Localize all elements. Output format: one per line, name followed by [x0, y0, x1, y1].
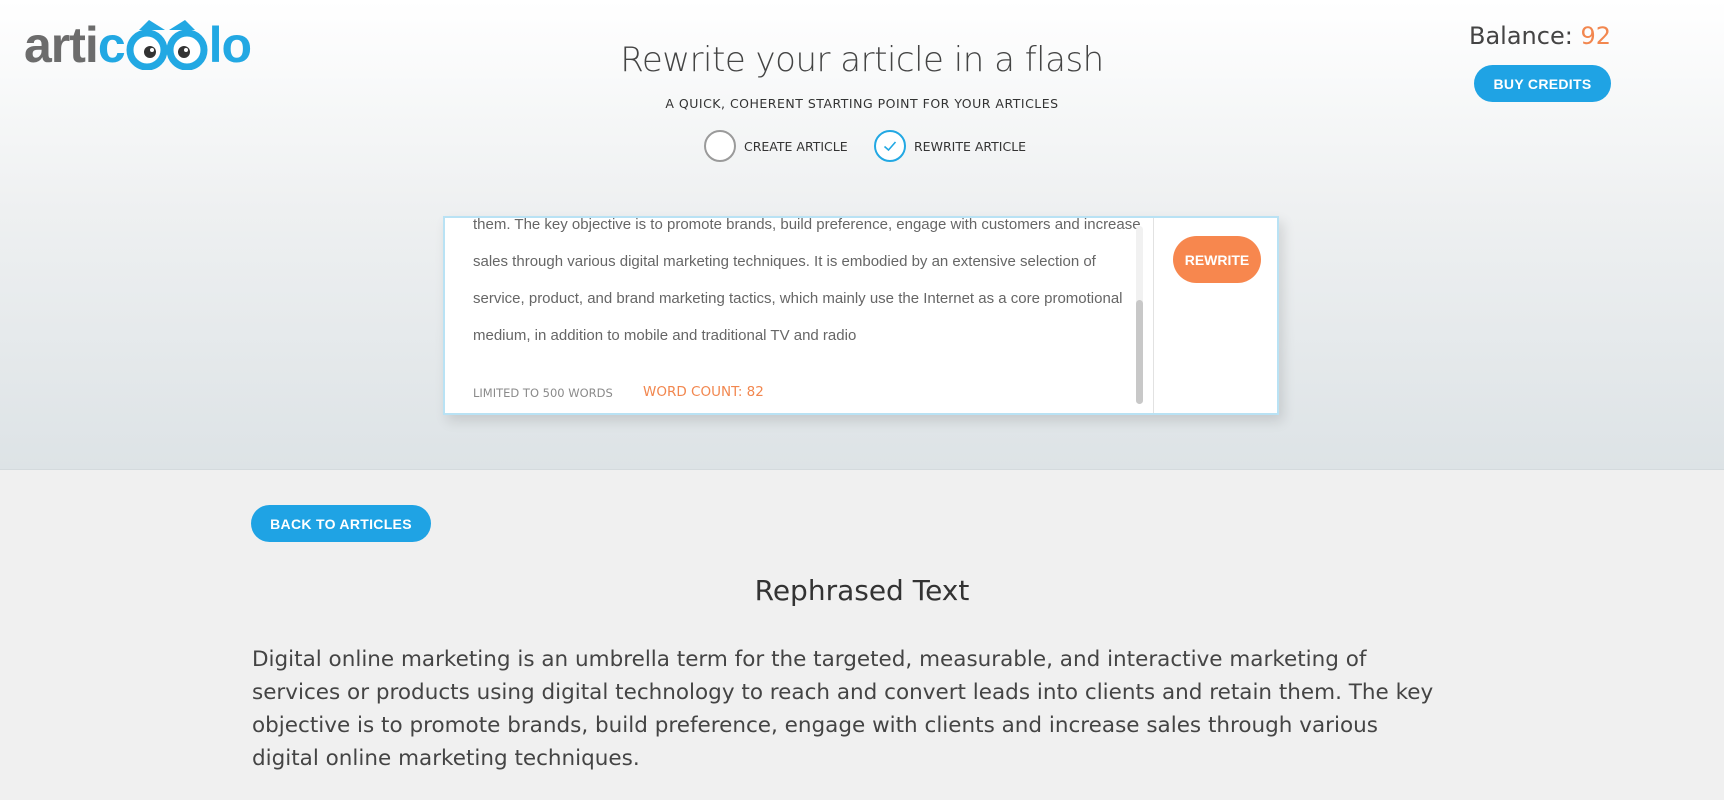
page-title: Rewrite your article in a flash [620, 40, 1104, 80]
word-limit-label: LIMITED TO 500 WORDS [473, 386, 613, 400]
article-editor: them. The key objective is to promote br… [443, 216, 1279, 415]
radio-unchecked-icon[interactable] [704, 130, 736, 162]
editor-scrollbar-thumb[interactable] [1136, 300, 1143, 404]
editor-scrollbar[interactable] [1136, 226, 1143, 404]
article-input[interactable]: them. The key objective is to promote br… [473, 218, 1145, 354]
check-icon[interactable] [874, 130, 906, 162]
mode-rewrite-label: REWRITE ARTICLE [914, 138, 1027, 154]
balance-display: Balance: 92 [1469, 22, 1611, 50]
page-subtitle: A QUICK, COHERENT STARTING POINT FOR YOU… [665, 96, 1059, 111]
rewrite-button[interactable]: REWRITE [1173, 236, 1261, 283]
back-to-articles-button[interactable]: BACK TO ARTICLES [251, 505, 431, 542]
word-count-label: WORD COUNT: 82 [643, 384, 764, 400]
rephrased-text: Digital online marketing is an umbrella … [252, 647, 1434, 771]
mode-create-label: CREATE ARTICLE [744, 138, 848, 154]
rephrased-title: Rephrased Text [754, 574, 970, 607]
mode-create-article[interactable]: CREATE ARTICLE [704, 130, 848, 162]
balance-value: 92 [1580, 22, 1611, 50]
hero-section: arti c lo Rewrite your article in a flash… [0, 0, 1724, 470]
mode-rewrite-article[interactable]: REWRITE ARTICLE [874, 130, 1026, 162]
editor-divider [1153, 218, 1154, 413]
buy-credits-button[interactable]: BUY CREDITS [1474, 65, 1611, 102]
balance-label: Balance: [1469, 22, 1573, 50]
